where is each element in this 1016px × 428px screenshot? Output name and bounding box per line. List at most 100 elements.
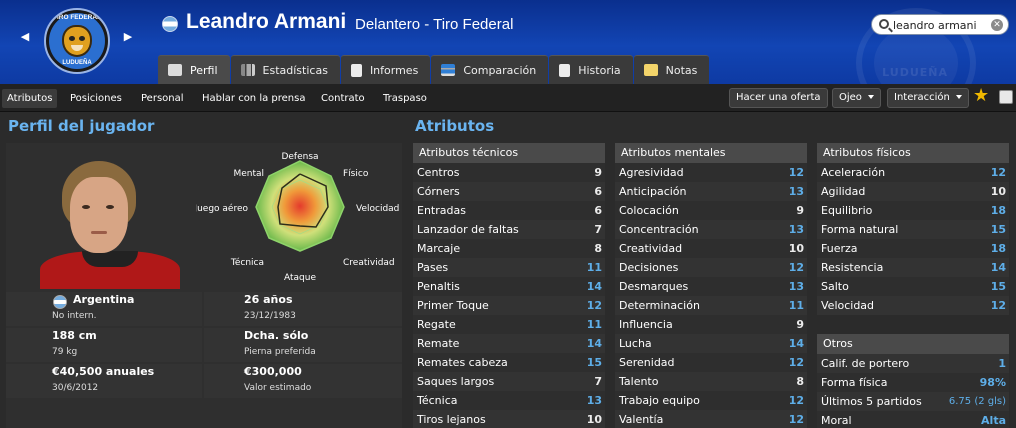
attribute-row[interactable]: Técnica 13 bbox=[413, 391, 605, 410]
tab-historia[interactable]: Historia bbox=[549, 55, 633, 84]
club-crest-logo[interactable]: TIRO FEDERAL LUDUEÑA bbox=[44, 8, 110, 74]
attribute-row[interactable]: Equilibrio 18 bbox=[817, 201, 1009, 220]
attribute-row[interactable]: Concentración 13 bbox=[615, 220, 807, 239]
tab-estadisticas[interactable]: Estadísticas bbox=[230, 55, 340, 84]
other-info-name: Últimos 5 partidos bbox=[821, 395, 922, 408]
attribute-row[interactable]: Primer Toque 12 bbox=[413, 296, 605, 315]
attribute-row[interactable]: Talento 8 bbox=[615, 372, 807, 391]
attribute-value: 13 bbox=[586, 394, 602, 407]
attribute-value: 9 bbox=[796, 204, 804, 217]
attribute-name: Concentración bbox=[619, 223, 699, 236]
attribute-name: Colocación bbox=[619, 204, 679, 217]
tab-comparacion[interactable]: Comparación bbox=[431, 55, 549, 84]
attribute-name: Primer Toque bbox=[417, 299, 489, 312]
attribute-row[interactable]: Lanzador de faltas 7 bbox=[413, 220, 605, 239]
radar-label-tecnica: Técnica bbox=[230, 257, 264, 268]
contract-end: 30/6/2012 bbox=[52, 383, 99, 393]
compare-icon bbox=[441, 64, 456, 76]
attribute-row[interactable]: Serenidad 12 bbox=[615, 353, 807, 372]
attribute-row[interactable]: Remates cabeza 15 bbox=[413, 353, 605, 372]
attribute-row[interactable]: Creatividad 10 bbox=[615, 239, 807, 258]
attribute-row[interactable]: Regate 11 bbox=[413, 315, 605, 334]
attribute-value: 12 bbox=[788, 166, 804, 179]
attribute-row[interactable]: Decisiones 12 bbox=[615, 258, 807, 277]
tab-informes[interactable]: Informes bbox=[340, 55, 431, 84]
other-info-rows: Calif. de portero 1 Forma física 98% Últimos… bbox=[817, 354, 1009, 428]
tab-perfil[interactable]: Perfil bbox=[158, 55, 230, 84]
radar-label-mental: Mental bbox=[233, 169, 264, 179]
attribute-value: 10 bbox=[788, 242, 804, 255]
make-offer-button[interactable]: Hacer una oferta bbox=[729, 88, 828, 108]
attribute-row[interactable]: Desmarques 13 bbox=[615, 277, 807, 296]
attribute-row[interactable]: Anticipación 13 bbox=[615, 182, 807, 201]
tab-notas[interactable]: Notas bbox=[633, 55, 710, 84]
attribute-row[interactable]: Forma natural 15 bbox=[817, 220, 1009, 239]
previous-player-arrow-icon[interactable]: ◀ bbox=[18, 30, 32, 44]
attribute-row[interactable]: Lucha 14 bbox=[615, 334, 807, 353]
subtab-atributos[interactable]: Atributos bbox=[2, 89, 58, 108]
attribute-name: Lucha bbox=[619, 337, 652, 350]
other-info-value: 1 bbox=[998, 357, 1006, 370]
attribute-row[interactable]: Agilidad 10 bbox=[817, 182, 1009, 201]
attribute-value: 12 bbox=[586, 299, 602, 312]
attribute-value: 12 bbox=[788, 356, 804, 369]
attribute-row[interactable]: Penaltis 14 bbox=[413, 277, 605, 296]
physical-attributes: Atributos físicos Aceleración 12 Agilidad 1… bbox=[817, 143, 1009, 315]
subtab-contrato[interactable]: Contrato bbox=[316, 89, 370, 108]
attribute-name: Regate bbox=[417, 318, 456, 331]
attribute-row[interactable]: Entradas 6 bbox=[413, 201, 605, 220]
notes-icon bbox=[643, 64, 658, 76]
crest-bottom-text: LUDUEÑA bbox=[62, 60, 92, 66]
subtab-traspaso[interactable]: Traspaso bbox=[378, 89, 432, 108]
nationality-cell[interactable]: Argentina No intern. bbox=[6, 292, 202, 326]
main-tabs: Perfil Estadísticas Informes Comparación… bbox=[158, 55, 710, 84]
attribute-row[interactable]: Colocación 9 bbox=[615, 201, 807, 220]
attribute-row[interactable]: Trabajo equipo 12 bbox=[615, 391, 807, 410]
attribute-row[interactable]: Remate 14 bbox=[413, 334, 605, 353]
attribute-row[interactable]: Fuerza 18 bbox=[817, 239, 1009, 258]
interaction-dropdown[interactable]: Interacción bbox=[887, 88, 969, 108]
interaction-dropdown-label: Interacción bbox=[894, 92, 950, 103]
clear-search-icon[interactable]: ✕ bbox=[991, 19, 1003, 31]
radar-label-defensa: Defensa bbox=[281, 152, 318, 162]
attribute-row[interactable]: Pases 11 bbox=[413, 258, 605, 277]
radar-label-creatividad: Creatividad bbox=[343, 258, 395, 268]
attribute-row[interactable]: Influencia 9 bbox=[615, 315, 807, 334]
player-name: Leandro Armani bbox=[186, 10, 347, 33]
player-header: LUDUEÑA ◀ TIRO FEDERAL LUDUEÑA ▶ Leandro… bbox=[0, 0, 1016, 84]
attribute-row[interactable]: Marcaje 8 bbox=[413, 239, 605, 258]
wage-cell[interactable]: €40,500 anuales 30/6/2012 bbox=[6, 364, 202, 398]
subtab-hablar-prensa[interactable]: Hablar con la prensa bbox=[197, 89, 310, 108]
attribute-row[interactable]: Valentía 12 bbox=[615, 410, 807, 428]
attribute-row[interactable]: Aceleración 12 bbox=[817, 163, 1009, 182]
scout-dropdown[interactable]: Ojeo bbox=[832, 88, 881, 108]
other-info-row: Forma física 98% bbox=[817, 373, 1009, 392]
star-icon[interactable]: ★ bbox=[973, 86, 989, 106]
attribute-row[interactable]: Tiros lejanos 10 bbox=[413, 410, 605, 428]
nationality: Argentina bbox=[73, 293, 135, 306]
preferred-foot-label: Pierna preferida bbox=[244, 347, 316, 357]
subtab-posiciones[interactable]: Posiciones bbox=[65, 89, 127, 108]
value-cell: €300,000 Valor estimado bbox=[204, 364, 402, 398]
search-box[interactable]: ✕ bbox=[871, 14, 1009, 35]
sub-navigation: Atributos Posiciones Personal Hablar con… bbox=[0, 84, 1016, 112]
other-info-value: 98% bbox=[979, 376, 1006, 389]
notepad-icon[interactable] bbox=[999, 90, 1013, 104]
attribute-value: 12 bbox=[788, 261, 804, 274]
attribute-row[interactable]: Salto 15 bbox=[817, 277, 1009, 296]
subtab-personal[interactable]: Personal bbox=[136, 89, 189, 108]
attribute-row[interactable]: Resistencia 14 bbox=[817, 258, 1009, 277]
attribute-row[interactable]: Centros 9 bbox=[413, 163, 605, 182]
player-position-club[interactable]: Delantero - Tiro Federal bbox=[355, 16, 513, 33]
attribute-value: 18 bbox=[990, 242, 1006, 255]
preferred-foot: Dcha. sólo bbox=[244, 329, 309, 342]
attribute-row[interactable]: Determinación 11 bbox=[615, 296, 807, 315]
watermark-text: LUDUEÑA bbox=[882, 66, 948, 79]
attribute-row[interactable]: Córners 6 bbox=[413, 182, 605, 201]
attribute-row[interactable]: Velocidad 12 bbox=[817, 296, 1009, 315]
attribute-name: Creatividad bbox=[619, 242, 683, 255]
attribute-row[interactable]: Saques largos 7 bbox=[413, 372, 605, 391]
next-player-arrow-icon[interactable]: ▶ bbox=[121, 30, 135, 44]
search-input[interactable] bbox=[893, 17, 989, 33]
attribute-row[interactable]: Agresividad 12 bbox=[615, 163, 807, 182]
